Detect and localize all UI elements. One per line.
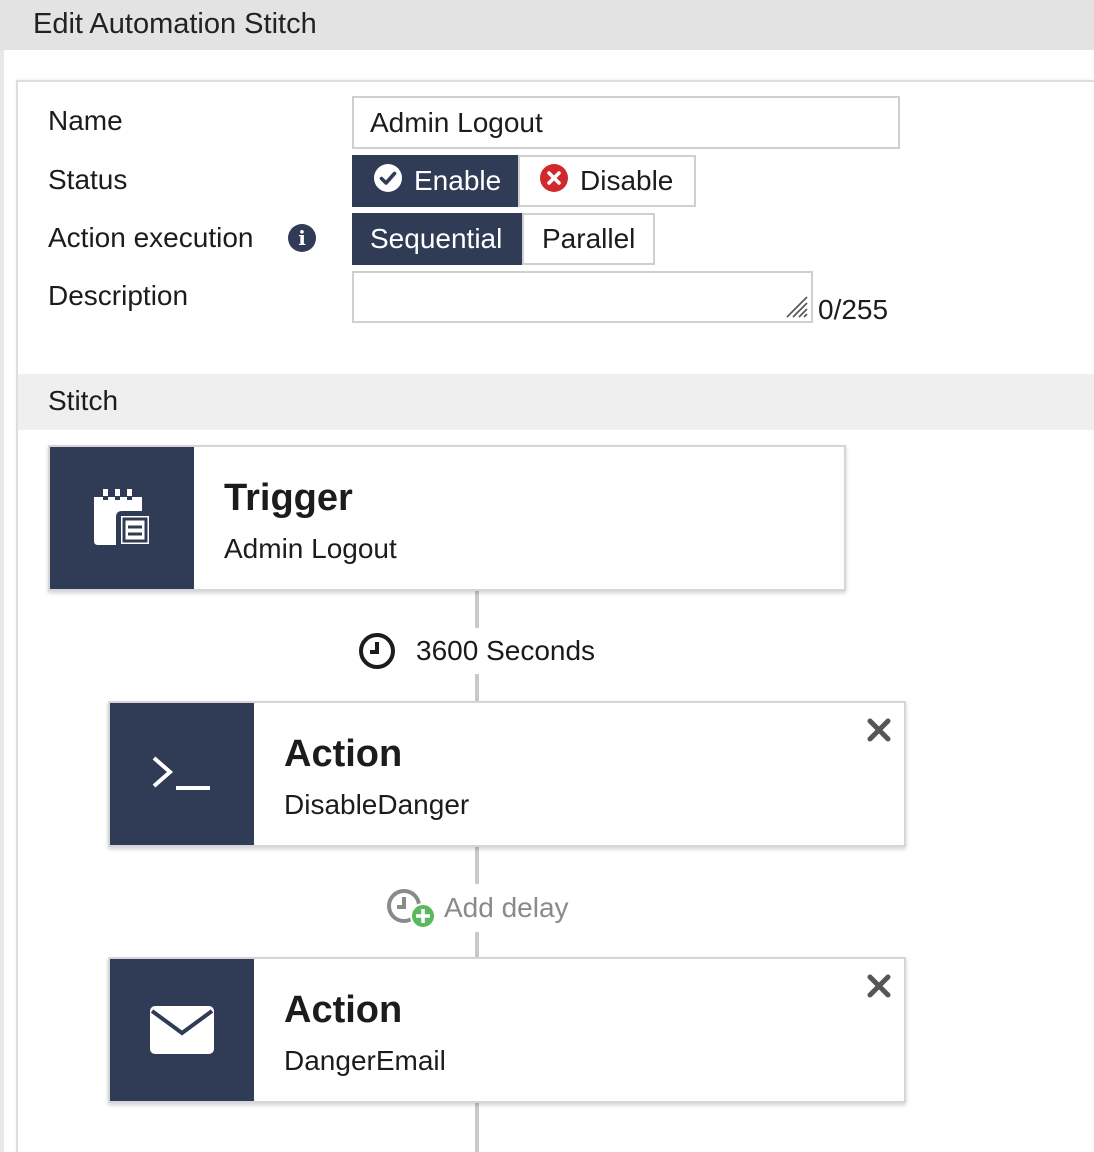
stitch-section-header xyxy=(18,374,1094,430)
stitch-section-title: Stitch xyxy=(48,385,119,416)
connector-line xyxy=(475,1102,479,1152)
execution-parallel-label: Parallel xyxy=(542,223,636,254)
action-card-2[interactable]: Action DangerEmail xyxy=(108,957,906,1103)
close-icon[interactable] xyxy=(866,717,892,743)
close-icon[interactable] xyxy=(866,973,892,999)
left-edge xyxy=(0,50,4,1152)
description-textarea[interactable] xyxy=(352,271,813,323)
name-input[interactable]: Admin Logout xyxy=(352,96,900,149)
info-icon[interactable]: i xyxy=(288,224,316,252)
action-card-1[interactable]: Action DisableDanger xyxy=(108,701,906,847)
action-icon-box xyxy=(110,703,254,845)
execution-label: Action execution xyxy=(48,222,254,253)
calendar-icon xyxy=(94,489,151,546)
add-delay-label: Add delay xyxy=(444,892,569,923)
trigger-icon-box xyxy=(50,447,194,589)
description-label: Description xyxy=(48,280,189,311)
trigger-title: Trigger xyxy=(224,477,353,519)
add-delay-button[interactable]: Add delay xyxy=(386,884,573,932)
status-disable-button[interactable]: Disable xyxy=(518,155,696,207)
status-label: Status xyxy=(48,164,128,195)
status-enable-label: Enable xyxy=(414,165,502,196)
execution-parallel-button[interactable]: Parallel xyxy=(522,213,655,265)
dialog-title: Edit Automation Stitch xyxy=(33,8,317,40)
execution-sequential-label: Sequential xyxy=(370,223,503,254)
action-title: Action xyxy=(284,733,403,775)
clock-icon xyxy=(359,633,395,669)
trigger-card[interactable]: Trigger Admin Logout xyxy=(48,445,846,591)
delay-value: 3600 Seconds xyxy=(416,635,596,666)
action-name: DangerEmail xyxy=(284,1045,446,1076)
status-enable-button[interactable]: Enable xyxy=(352,155,520,207)
trigger-name: Admin Logout xyxy=(224,533,397,564)
terminal-icon xyxy=(152,756,210,790)
x-circle-icon xyxy=(540,163,568,199)
execution-sequential-button[interactable]: Sequential xyxy=(352,213,524,265)
action-title: Action xyxy=(284,989,403,1031)
action-icon-box xyxy=(110,959,254,1101)
action-name: DisableDanger xyxy=(284,789,470,820)
clock-add-icon xyxy=(387,889,436,929)
delay-indicator[interactable]: 3600 Seconds xyxy=(358,628,602,674)
resize-grip-icon[interactable] xyxy=(783,293,809,319)
description-char-count: 0/255 xyxy=(818,294,889,325)
status-disable-label: Disable xyxy=(580,165,674,196)
envelope-icon xyxy=(150,1006,214,1054)
check-circle-icon xyxy=(374,163,402,199)
name-label: Name xyxy=(48,105,123,136)
